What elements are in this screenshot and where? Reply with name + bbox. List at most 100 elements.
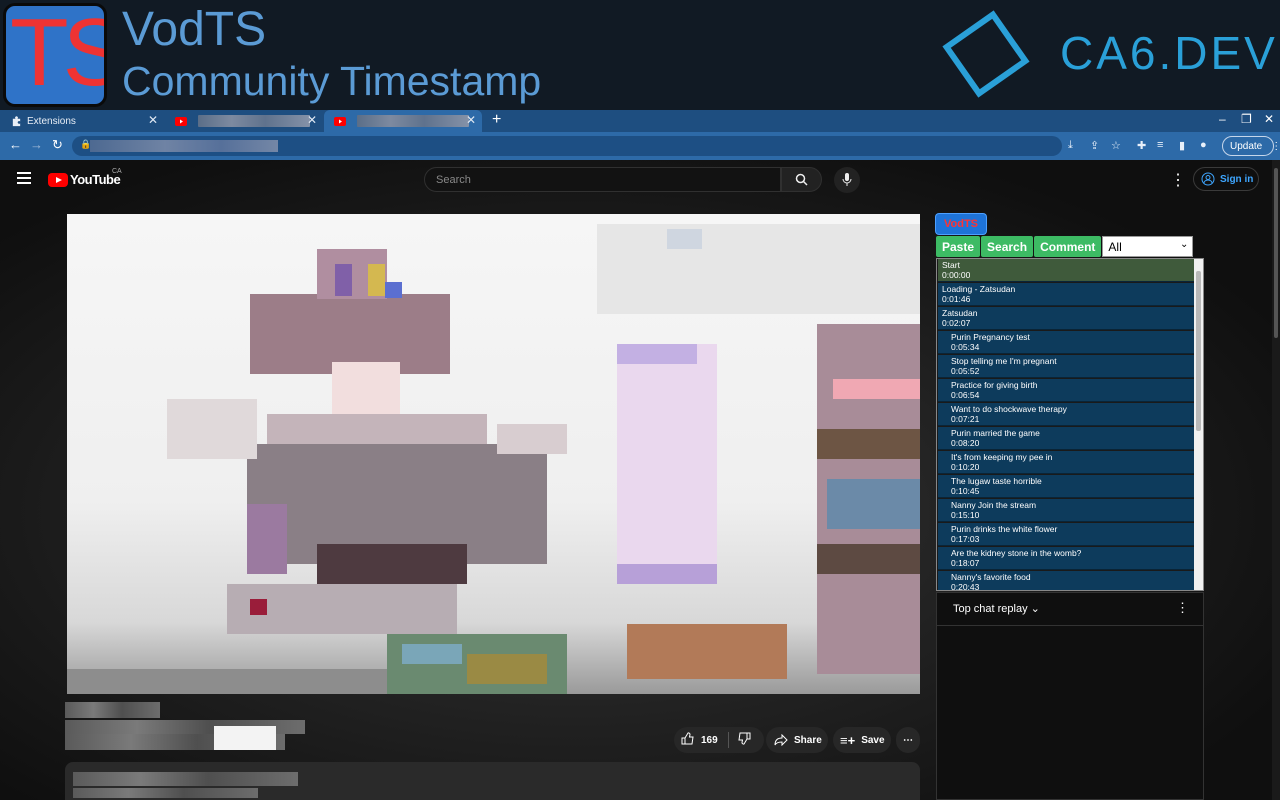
timestamp-list[interactable]: Start 0:00:00 Loading - Zatsudan 0:01:46 Zat… [936, 258, 1204, 591]
tab-youtube-active[interactable]: ✕ [324, 110, 482, 132]
timestamp-time: 0:10:20 [951, 461, 980, 472]
search-button[interactable]: Search [981, 236, 1034, 257]
sign-in-button[interactable]: Sign in [1193, 167, 1259, 191]
more-actions-button[interactable]: ⋯ [896, 727, 920, 753]
search-input[interactable] [434, 173, 738, 187]
microphone-icon [842, 173, 852, 186]
chevron-down-icon: ⌄ [1180, 239, 1189, 250]
timestamp-item[interactable]: Zatsudan 0:02:07 [938, 307, 1194, 330]
video-player[interactable] [67, 214, 920, 694]
bookmark-star-icon[interactable]: ☆ [1111, 139, 1121, 152]
vodts-controls: Paste Search Comment All ⌄ [936, 236, 1194, 257]
chevron-down-icon: ⌄ [1030, 603, 1040, 615]
timestamp-time: 0:01:46 [942, 293, 971, 304]
paste-button[interactable]: Paste [936, 236, 981, 257]
timestamp-item[interactable]: Want to do shockwave therapy 0:07:21 [938, 403, 1194, 426]
reload-button[interactable]: ↻ [52, 137, 63, 153]
timestamp-item[interactable]: Purin Pregnancy test 0:05:34 [938, 331, 1194, 354]
divider [937, 625, 1203, 626]
timestamp-item[interactable]: Stop telling me I'm pregnant 0:05:52 [938, 355, 1194, 378]
address-bar[interactable]: 🔒 [72, 136, 1062, 156]
thumbs-up-icon[interactable] [681, 732, 694, 748]
tab-extensions[interactable]: Extensions ✕ [0, 110, 164, 132]
close-icon[interactable]: ✕ [466, 113, 476, 127]
timestamp-item[interactable]: Practice for giving birth 0:06:54 [938, 379, 1194, 402]
install-icon[interactable]: ⤓ [1068, 139, 1073, 152]
timestamp-item[interactable]: Purin drinks the white flower 0:17:03 [938, 523, 1194, 546]
close-window-button[interactable]: ✕ [1264, 112, 1274, 126]
vodts-toggle[interactable]: VodTS [936, 214, 986, 234]
timestamp-item[interactable]: Start 0:00:00 [938, 259, 1194, 282]
page-scrollbar[interactable] [1272, 160, 1280, 800]
ca6-logo-icon [942, 10, 1030, 98]
timestamp-time: 0:06:54 [951, 389, 980, 400]
timestamp-time: 0:17:03 [951, 533, 980, 544]
timestamp-time: 0:18:07 [951, 557, 980, 568]
timestamp-item[interactable]: Nanny's favorite food 0:20:43 [938, 571, 1194, 590]
url-redacted [90, 140, 278, 152]
search-box[interactable] [424, 167, 781, 192]
youtube-logo[interactable]: YouTube CA [48, 168, 122, 187]
tab-title-redacted [357, 115, 469, 127]
timestamp-title: Want to do shockwave therapy [951, 404, 1067, 414]
settings-kebab-icon[interactable]: ⋮ [1170, 170, 1186, 190]
timestamp-title: Loading - Zatsudan [942, 284, 1016, 294]
timestamp-item[interactable]: Loading - Zatsudan 0:01:46 [938, 283, 1194, 306]
timestamp-item[interactable]: It's from keeping my pee in 0:10:20 [938, 451, 1194, 474]
profile-icon[interactable]: ● [1200, 139, 1207, 151]
timestamp-time: 0:05:34 [951, 341, 980, 352]
scrollbar-thumb[interactable] [1196, 271, 1201, 431]
share-button[interactable]: Share [766, 727, 828, 753]
close-icon[interactable]: ✕ [148, 113, 158, 127]
youtube-page: YouTube CA ⋮ Sign in [0, 160, 1280, 800]
new-tab-button[interactable]: + [492, 111, 501, 129]
description-box[interactable] [65, 762, 920, 800]
timestamp-title: Purin married the game [951, 428, 1040, 438]
search-button[interactable] [781, 167, 822, 192]
brand-text: CA6.DEV [1060, 27, 1278, 79]
comment-button[interactable]: Comment [1034, 236, 1102, 257]
side-panel-icon[interactable]: ▮ [1179, 139, 1185, 152]
filter-select[interactable]: All ⌄ [1102, 236, 1194, 257]
account-icon [1201, 172, 1215, 186]
timestamp-time: 0:00:00 [942, 269, 971, 280]
tab-youtube[interactable]: ✕ [165, 110, 323, 132]
scrollbar-thumb[interactable] [1274, 168, 1278, 338]
forward-button[interactable]: → [30, 137, 43, 152]
save-button[interactable]: ≡+ Save [833, 727, 891, 753]
like-count: 169 [701, 734, 718, 746]
restore-button[interactable]: ❐ [1241, 112, 1252, 126]
microphone-button[interactable] [834, 167, 860, 193]
video-title-redacted [65, 702, 160, 718]
timestamp-title: Stop telling me I'm pregnant [951, 356, 1057, 366]
timestamp-scrollbar[interactable] [1194, 259, 1203, 590]
back-button[interactable]: ← [9, 137, 22, 152]
description-redacted [73, 788, 258, 798]
chat-mode-dropdown[interactable]: Top chat replay ⌄ [953, 602, 1040, 615]
banner-subtitle: Community Timestamp [122, 58, 542, 104]
minimize-button[interactable]: – [1219, 112, 1226, 126]
timestamp-time: 0:02:07 [942, 317, 971, 328]
close-icon[interactable]: ✕ [307, 113, 317, 127]
timestamp-time: 0:08:20 [951, 437, 980, 448]
timestamp-title: Purin Pregnancy test [951, 332, 1030, 342]
youtube-icon [175, 115, 187, 127]
browser-toolbar: ← → ↻ 🔒 ⤓ ⇪ ☆ ✚ ≡ ▮ ● Update ⋮ [0, 132, 1280, 160]
divider [727, 732, 729, 748]
update-button[interactable]: Update ⋮ [1222, 136, 1280, 156]
timestamp-time: 0:07:21 [951, 413, 980, 424]
chat-menu-icon[interactable]: ⋮ [1176, 600, 1189, 616]
share-icon[interactable]: ⇪ [1090, 139, 1099, 152]
timestamp-item[interactable]: Purin married the game 0:08:20 [938, 427, 1194, 450]
search-icon [795, 173, 808, 186]
chat-replay-panel: Top chat replay ⌄ ⋮ [936, 592, 1204, 800]
thumbs-down-icon[interactable] [738, 732, 751, 748]
share-icon [774, 734, 788, 746]
vodts-logo: TS [3, 3, 107, 107]
timestamp-item[interactable]: The lugaw taste horrible 0:10:45 [938, 475, 1194, 498]
menu-icon[interactable] [17, 172, 31, 187]
timestamp-item[interactable]: Nanny Join the stream 0:15:10 [938, 499, 1194, 522]
reading-list-icon[interactable]: ≡ [1157, 139, 1163, 151]
extensions-icon[interactable]: ✚ [1137, 139, 1146, 152]
timestamp-item[interactable]: Are the kidney stone in the womb? 0:18:07 [938, 547, 1194, 570]
